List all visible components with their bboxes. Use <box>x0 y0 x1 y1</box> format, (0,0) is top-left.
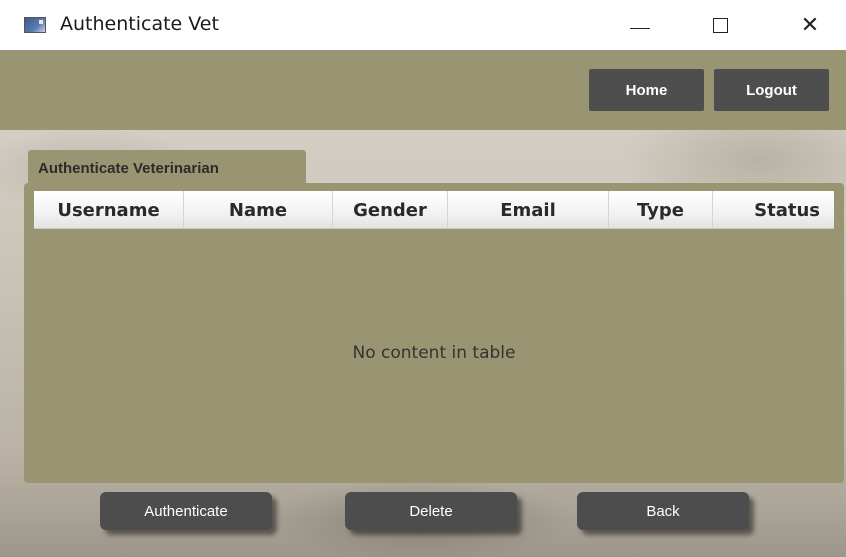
header-bar: Home Logout <box>0 50 846 130</box>
tab-authenticate-veterinarian[interactable]: Authenticate Veterinarian <box>28 150 306 186</box>
column-header-status[interactable]: Status <box>713 191 834 229</box>
close-icon: ✕ <box>800 12 820 38</box>
table-panel: Username Name Gender Email Type Status N… <box>24 183 844 483</box>
close-button[interactable]: ✕ <box>780 0 840 50</box>
maximize-icon <box>712 17 728 33</box>
home-button[interactable]: Home <box>589 69 704 111</box>
app-icon <box>24 17 46 33</box>
column-header-name[interactable]: Name <box>184 191 333 229</box>
column-header-username[interactable]: Username <box>34 191 184 229</box>
window-title: Authenticate Vet <box>60 13 219 35</box>
title-bar: Authenticate Vet ✕ <box>0 0 846 50</box>
back-button[interactable]: Back <box>577 492 749 530</box>
logout-button[interactable]: Logout <box>714 69 829 111</box>
empty-table-message: No content in table <box>352 343 516 363</box>
authenticate-button[interactable]: Authenticate <box>100 492 272 530</box>
delete-button[interactable]: Delete <box>345 492 517 530</box>
table-header: Username Name Gender Email Type Status <box>34 191 834 229</box>
maximize-button[interactable] <box>690 0 750 50</box>
minimize-icon <box>630 27 650 29</box>
column-header-email[interactable]: Email <box>448 191 609 229</box>
minimize-button[interactable] <box>610 0 670 50</box>
column-header-gender[interactable]: Gender <box>333 191 448 229</box>
column-header-type[interactable]: Type <box>609 191 713 229</box>
